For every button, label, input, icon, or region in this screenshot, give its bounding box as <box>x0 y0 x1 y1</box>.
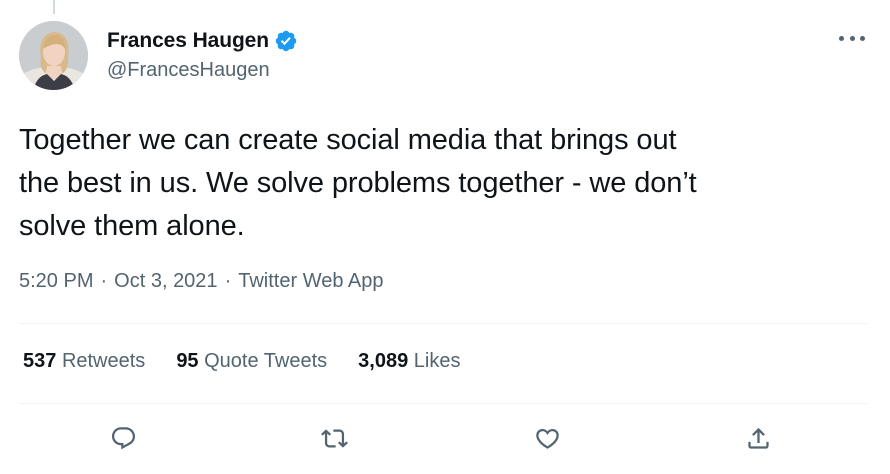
thread-connector-line <box>53 0 55 14</box>
tweet-text: Together we can create social media that… <box>19 124 697 242</box>
divider <box>19 323 867 324</box>
divider <box>19 403 867 404</box>
meta-separator: · <box>100 270 108 292</box>
likes-count: 3,089 <box>358 350 409 372</box>
retweets-stat[interactable]: 537 Retweets <box>23 350 145 373</box>
tweet-date[interactable]: Oct 3, 2021 <box>114 270 217 293</box>
tweet-source[interactable]: Twitter Web App <box>238 270 383 293</box>
heart-icon <box>535 428 559 449</box>
author-handle[interactable]: @FrancesHaugen <box>107 59 298 82</box>
more-dots-icon <box>860 35 865 41</box>
avatar-photo <box>19 21 88 90</box>
more-dots-icon <box>849 35 855 41</box>
avatar[interactable] <box>19 21 88 90</box>
verified-badge-icon <box>274 29 298 53</box>
likes-label: Likes <box>413 350 461 372</box>
share-icon <box>747 427 769 449</box>
likes-stat[interactable]: 3,089 Likes <box>358 350 460 373</box>
quote-tweets-label: Quote Tweets <box>204 350 328 372</box>
retweet-icon <box>320 428 348 448</box>
share-button[interactable] <box>740 420 776 456</box>
more-dots-icon <box>839 35 844 41</box>
reply-icon <box>111 426 135 449</box>
retweet-button[interactable] <box>316 420 352 456</box>
tweet-stats: 537 Retweets 95 Quote Tweets 3,089 Likes <box>23 350 492 373</box>
quote-tweets-stat[interactable]: 95 Quote Tweets <box>176 350 327 373</box>
meta-separator: · <box>224 270 232 292</box>
quote-tweets-count: 95 <box>176 350 199 372</box>
reply-button[interactable] <box>105 420 141 456</box>
retweets-count: 537 <box>23 350 57 372</box>
tweet-time[interactable]: 5:20 PM <box>19 270 93 293</box>
author-header: Frances Haugen @FrancesHaugen <box>107 28 298 82</box>
tweet-meta: 5:20 PM · Oct 3, 2021 · Twitter Web App <box>19 270 384 293</box>
more-options-button[interactable] <box>839 28 865 48</box>
retweets-label: Retweets <box>61 350 146 372</box>
tweet-actions <box>0 420 890 456</box>
like-button[interactable] <box>529 420 565 456</box>
author-name[interactable]: Frances Haugen <box>107 29 269 53</box>
